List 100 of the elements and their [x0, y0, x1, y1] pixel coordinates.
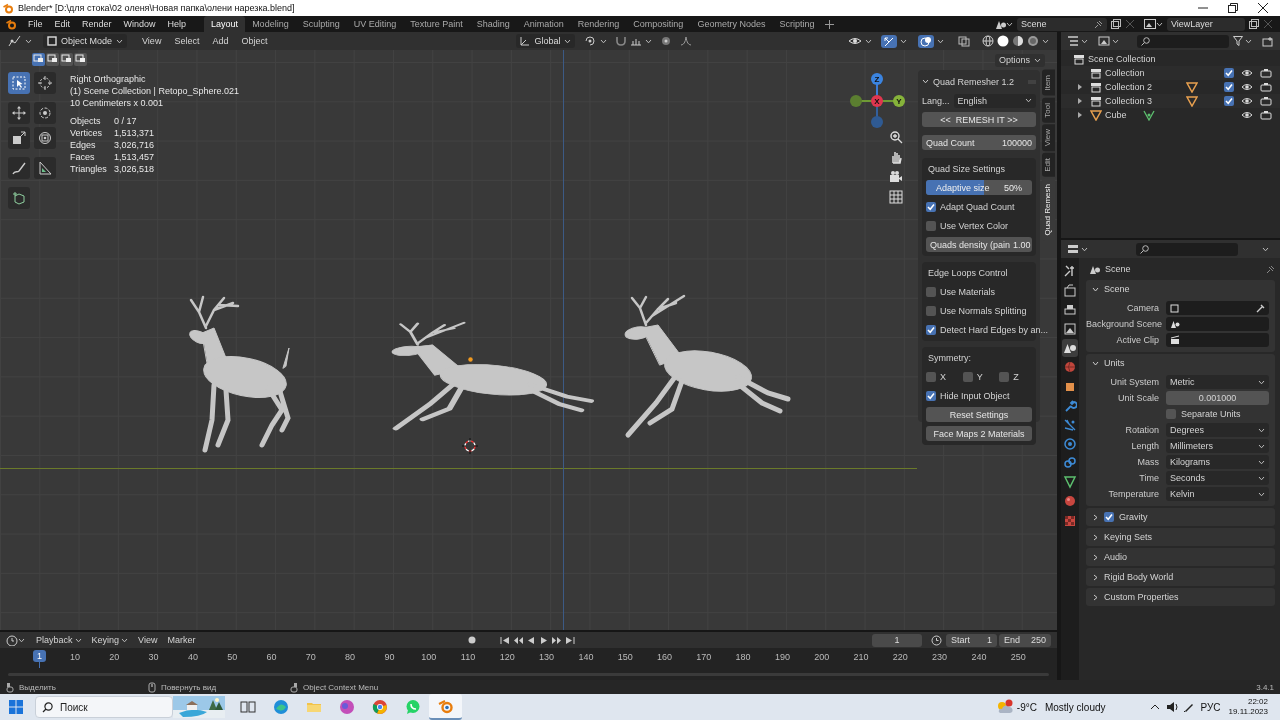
chevron-up-icon[interactable] [1149, 703, 1160, 711]
workspace-tab[interactable]: Modeling [245, 16, 296, 32]
editor-type-icon[interactable] [1067, 244, 1079, 254]
windows-logo-icon[interactable] [8, 699, 24, 715]
view-layer-icon[interactable] [1063, 322, 1077, 336]
quad-count-field[interactable]: Quad Count 100000 [922, 135, 1036, 150]
axis-handle[interactable]: Z [871, 73, 883, 85]
workspace-tab[interactable]: Texture Paint [403, 16, 470, 32]
axis-handle[interactable]: X [871, 95, 883, 107]
xray-icon[interactable] [958, 35, 970, 47]
copy-icon[interactable] [1111, 19, 1121, 29]
mode-dropdown[interactable]: Object Mode [43, 34, 128, 48]
camera-icon[interactable] [1260, 67, 1272, 79]
view-layer-field[interactable]: ViewLayer [1167, 17, 1245, 31]
menu-item[interactable]: Keying [86, 635, 134, 645]
checkbox[interactable] [1224, 68, 1234, 78]
menu-item[interactable]: Object [236, 36, 273, 46]
orientation-dropdown[interactable]: Global [516, 34, 576, 48]
selection-mode-icon[interactable] [33, 54, 44, 63]
checkbox[interactable] [926, 220, 936, 231]
axis-handle[interactable] [850, 95, 862, 107]
panel-header[interactable]: Gravity [1086, 508, 1275, 526]
panel-header[interactable]: Rigid Body World [1086, 568, 1275, 586]
language-dropdown[interactable]: English [953, 93, 1036, 108]
tool-button[interactable] [34, 157, 56, 179]
dropdown[interactable]: Millimeters [1166, 439, 1269, 453]
checkbox[interactable] [926, 305, 936, 316]
keyframe-dot-icon[interactable] [468, 636, 476, 644]
dropdown[interactable]: Kelvin [1166, 487, 1269, 501]
dropdown[interactable]: Seconds [1166, 471, 1269, 485]
clip-field[interactable] [1166, 333, 1269, 347]
workspace-tab[interactable]: Scripting [772, 16, 822, 32]
tree-item[interactable]: Collection [1105, 68, 1145, 78]
next-keyframe-icon[interactable] [552, 635, 562, 645]
selection-mode-icon[interactable] [75, 54, 86, 63]
checkbox[interactable] [1104, 512, 1114, 522]
panel-header[interactable]: Scene [1086, 280, 1275, 298]
scene-icon[interactable] [1063, 341, 1077, 355]
jump-end-icon[interactable] [565, 635, 575, 645]
menu-item[interactable]: Render [76, 19, 118, 29]
workspace-tab[interactable]: Layout [204, 16, 246, 32]
menu-item[interactable]: View [137, 36, 167, 46]
playhead[interactable]: 1 [33, 650, 46, 662]
sidebar-tab[interactable]: View [1042, 124, 1055, 152]
eye-icon[interactable] [1241, 96, 1253, 106]
camera-icon[interactable] [1260, 109, 1272, 121]
current-frame-field[interactable]: 1 [872, 633, 922, 647]
workspace-tab[interactable]: Geometry Nodes [690, 16, 773, 32]
expand-arrow-icon[interactable] [1077, 83, 1083, 91]
tool-button[interactable] [34, 72, 56, 94]
workspace-tab[interactable]: Sculpting [295, 16, 347, 32]
axis-handle[interactable] [871, 116, 883, 128]
checkbox[interactable] [926, 371, 936, 382]
panel-button[interactable]: Reset Settings [926, 407, 1032, 422]
sidebar-tab[interactable]: Edit [1042, 153, 1055, 178]
tool-button[interactable] [8, 187, 30, 209]
tree-item[interactable]: Collection 2 [1105, 82, 1153, 92]
wireframe-shading-icon[interactable] [982, 35, 994, 47]
eye-icon[interactable] [1241, 82, 1253, 92]
dropdown[interactable]: Degrees [1166, 423, 1269, 437]
expand-arrow-icon[interactable] [1077, 97, 1083, 105]
visibility-icon[interactable] [848, 35, 862, 47]
camera-icon[interactable] [1260, 81, 1272, 93]
object-field[interactable] [1166, 301, 1269, 315]
rendered-shading-icon[interactable] [1027, 35, 1039, 47]
snap-icon[interactable] [615, 36, 628, 46]
expand-arrow-icon[interactable] [1077, 111, 1083, 119]
pin-icon[interactable] [1266, 264, 1275, 274]
number-field[interactable]: 0.001000 [1166, 391, 1269, 405]
pen-icon[interactable] [1182, 701, 1195, 713]
eye-icon[interactable] [1241, 110, 1253, 120]
camera-icon[interactable] [1260, 95, 1272, 107]
texture-icon[interactable] [1063, 514, 1077, 528]
menu-item[interactable]: Help [161, 19, 193, 29]
panel-header[interactable]: Keying Sets [1086, 528, 1275, 546]
material-icon[interactable] [1063, 494, 1077, 508]
tool-button[interactable] [8, 72, 30, 94]
material-shading-icon[interactable] [1012, 35, 1024, 47]
gizmo-toggle-icon[interactable] [883, 35, 895, 47]
end-frame-field[interactable]: End 250 [999, 633, 1051, 647]
snap-target-icon[interactable] [630, 36, 643, 46]
play-reverse-icon[interactable] [526, 635, 536, 645]
dropdown[interactable]: Kilograms [1166, 455, 1269, 469]
language-indicator[interactable]: РУС [1200, 701, 1221, 713]
search-field[interactable]: Поиск [35, 696, 173, 718]
browser-icon[interactable] [272, 699, 289, 715]
copy-icon[interactable] [1249, 19, 1259, 29]
panel-header[interactable]: Custom Properties [1086, 588, 1275, 606]
blender-icon[interactable] [437, 698, 454, 714]
selection-mode-icon[interactable] [61, 54, 72, 63]
checkbox[interactable] [1224, 82, 1234, 92]
tool-button[interactable] [34, 127, 56, 149]
tool-button[interactable] [8, 157, 30, 179]
checkbox[interactable] [962, 371, 973, 382]
physics-icon[interactable] [1063, 437, 1077, 451]
menu-item[interactable]: Edit [48, 19, 77, 29]
tree-item[interactable]: Cube [1105, 110, 1127, 120]
tool-button[interactable] [8, 127, 30, 149]
checkbox[interactable] [926, 324, 936, 335]
slider[interactable]: Adaptive size 50% [926, 180, 1032, 195]
